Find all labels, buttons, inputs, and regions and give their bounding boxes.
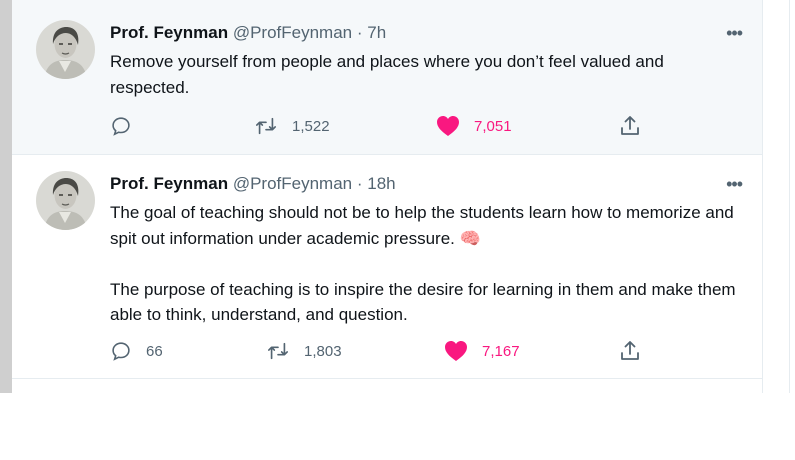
share-button[interactable] <box>618 339 642 363</box>
author-handle[interactable]: @ProfFeynman <box>233 23 352 42</box>
column-border-right <box>789 0 790 393</box>
retweet-icon <box>256 117 276 135</box>
reply-button[interactable] <box>110 115 146 137</box>
author-name[interactable]: Prof. Feynman <box>110 174 228 193</box>
timeline: Prof. Feynman @ProfFeynman · 7h ••• Remo… <box>12 0 762 393</box>
tweet[interactable]: Prof. Feynman @ProfFeynman · 18h ••• The… <box>12 155 762 378</box>
retweet-button[interactable]: 1,522 <box>254 115 330 137</box>
tweet-time[interactable]: · 18h <box>357 174 396 193</box>
avatar[interactable] <box>36 20 95 79</box>
retweet-button[interactable]: 1,803 <box>266 340 342 362</box>
author-name[interactable]: Prof. Feynman <box>110 23 228 42</box>
reply-icon <box>112 342 130 361</box>
left-scroll-edge <box>0 0 12 393</box>
reply-count: 66 <box>146 342 163 360</box>
retweet-icon <box>268 342 288 360</box>
reply-icon <box>112 117 130 136</box>
tweet-text: The goal of teaching should not be to he… <box>110 203 736 324</box>
like-button[interactable]: 7,167 <box>444 340 520 362</box>
tweet-time[interactable]: · 7h <box>357 23 386 42</box>
retweet-count: 1,522 <box>292 117 330 135</box>
retweet-count: 1,803 <box>304 342 342 360</box>
share-icon <box>621 341 639 360</box>
like-button[interactable]: 7,051 <box>436 115 512 137</box>
author-handle[interactable]: @ProfFeynman <box>233 174 352 193</box>
tweet[interactable]: Prof. Feynman @ProfFeynman · 7h ••• Remo… <box>12 0 762 154</box>
reply-button[interactable]: 66 <box>110 340 163 362</box>
share-button[interactable] <box>618 114 642 138</box>
share-icon <box>621 116 639 135</box>
tweet-header: Prof. Feynman @ProfFeynman · 7h <box>110 23 386 43</box>
column-border <box>762 0 763 393</box>
more-icon[interactable]: ••• <box>726 23 743 44</box>
heart-icon <box>445 341 467 361</box>
divider <box>12 378 762 379</box>
like-count: 7,051 <box>474 117 512 135</box>
avatar[interactable] <box>36 171 95 230</box>
tweet-header: Prof. Feynman @ProfFeynman · 18h <box>110 174 396 194</box>
tweet-text: Remove yourself from people and places w… <box>110 52 669 97</box>
more-icon[interactable]: ••• <box>726 174 743 195</box>
heart-icon <box>437 116 459 136</box>
like-count: 7,167 <box>482 342 520 360</box>
